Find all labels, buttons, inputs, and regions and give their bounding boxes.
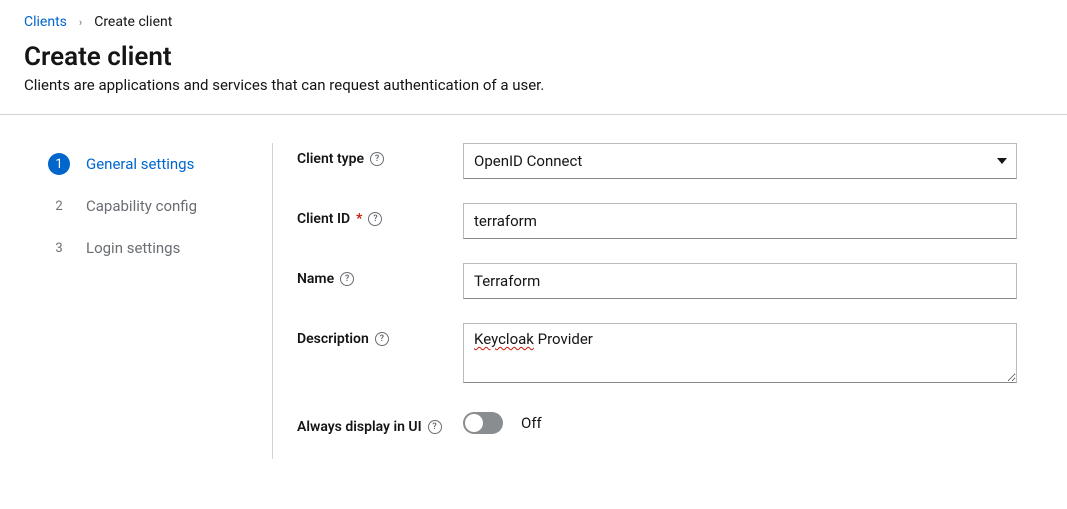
step-label: General settings (86, 155, 194, 173)
label-text: Always display in UI (297, 419, 422, 435)
always-display-toggle[interactable] (463, 412, 503, 434)
chevron-right-icon: › (79, 16, 82, 29)
step-number-badge: 3 (48, 237, 70, 259)
breadcrumb: Clients › Create client (0, 0, 1067, 38)
step-label: Capability config (86, 197, 197, 215)
toggle-knob (465, 414, 483, 432)
help-icon[interactable]: ? (370, 152, 384, 166)
client-type-select[interactable]: OpenID Connect (463, 143, 1017, 179)
label-text: Description (297, 331, 369, 347)
client-id-label: Client ID * ? (297, 203, 463, 227)
name-label: Name ? (297, 263, 463, 287)
wizard-step-login-settings[interactable]: 3 Login settings (48, 227, 272, 269)
page-header: Create client Clients are applications a… (0, 38, 1067, 115)
wizard-step-capability-config[interactable]: 2 Capability config (48, 185, 272, 227)
breadcrumb-current: Create client (94, 14, 172, 30)
wizard-nav: 1 General settings 2 Capability config 3… (0, 143, 273, 459)
label-text: Client type (297, 151, 364, 167)
label-text: Client ID (297, 211, 350, 227)
wizard-step-general-settings[interactable]: 1 General settings (48, 143, 272, 185)
help-icon[interactable]: ? (375, 332, 389, 346)
step-number-badge: 1 (48, 153, 70, 175)
label-text: Name (297, 271, 334, 287)
form-general-settings: Client type ? OpenID Connect Client ID *… (273, 143, 1067, 459)
always-display-label: Always display in UI ? (297, 411, 463, 435)
step-number-badge: 2 (48, 195, 70, 217)
step-label: Login settings (86, 239, 180, 257)
required-indicator: * (356, 211, 362, 227)
help-icon[interactable]: ? (340, 272, 354, 286)
page-title: Create client (24, 42, 1043, 72)
client-type-label: Client type ? (297, 143, 463, 167)
client-id-input[interactable] (463, 203, 1017, 239)
breadcrumb-parent-link[interactable]: Clients (24, 14, 67, 30)
page-subtitle: Clients are applications and services th… (24, 76, 1043, 94)
help-icon[interactable]: ? (428, 420, 442, 434)
help-icon[interactable]: ? (368, 212, 382, 226)
name-input[interactable] (463, 263, 1017, 299)
description-input[interactable]: Keycloak Provider (463, 323, 1017, 383)
toggle-state-label: Off (521, 414, 542, 432)
description-label: Description ? (297, 323, 463, 347)
